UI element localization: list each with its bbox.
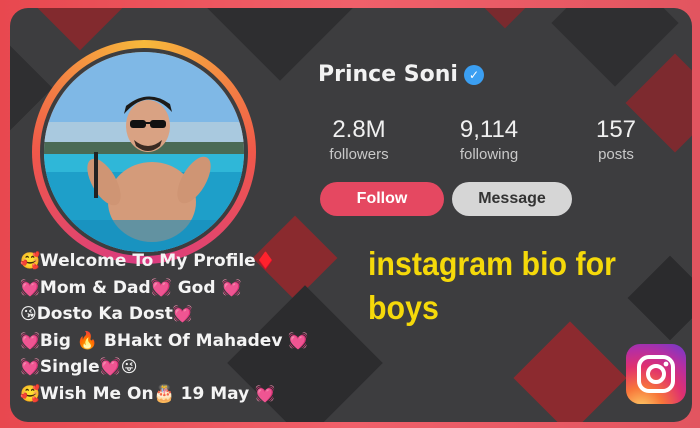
bio-emoji: 🥰 [20,251,40,270]
profile-card: Prince Soni ✓ 2.8M followers 9,114 follo… [10,8,692,422]
bio-emoji: 💓 [255,383,276,403]
bio-emoji: 💓 [20,357,40,376]
stat-label: following [459,146,519,163]
stat-following[interactable]: 9,114 following [444,116,534,163]
stat-value: 9,114 [459,116,519,143]
verified-badge-icon: ✓ [463,64,484,85]
bio-text: Wish Me On🎂 19 May [39,383,256,404]
message-button[interactable]: Message [452,182,572,216]
follow-button[interactable]: Follow [320,182,444,216]
bio-line: 😘Dosto Ka Dost💓 [20,301,380,328]
bio-emoji: 😜 [120,357,138,376]
bio-line: 💓Big 🔥 BHakt Of Mahadev 💓 [20,328,380,355]
bio-emoji: 💓 [221,277,242,297]
bio-text: Mom & Dad💓 God [39,277,222,298]
bio-text: Single💓 [39,357,121,377]
bio-text: Big 🔥 BHakt Of Mahadev [39,330,289,351]
profile-username: Prince Soni ✓ [318,62,484,87]
bio-emoji: 💓 [288,330,309,350]
stat-posts[interactable]: 157 posts [576,116,656,163]
bio-line: 🥰Welcome To My Profile♦️ [20,248,380,275]
headline-line: instagram bio for [368,245,616,282]
bio-text: Dosto Ka Dost [36,304,173,324]
bio-emoji: ♦️ [255,251,276,270]
bio-line: 💓Mom & Dad💓 God 💓 [20,275,380,302]
instagram-glyph-icon [637,355,675,393]
bio-line: 🥰Wish Me On🎂 19 May 💓 [20,381,380,408]
profile-bio: 🥰Welcome To My Profile♦️ 💓Mom & Dad💓 God… [20,248,380,407]
avatar [40,48,248,256]
bio-line: 💓Single💓😜 [20,354,380,381]
headline-overlay: instagram bio for boys [368,242,662,330]
headline-line: boys [368,289,439,326]
stat-value: 157 [595,116,637,143]
bg-diamond [469,8,541,29]
bio-emoji: 🥰 [20,383,40,403]
stat-label: posts [598,146,634,163]
avatar-ring[interactable] [32,40,256,264]
bio-emoji: 💓 [20,277,40,297]
bio-emoji: 💓 [20,330,40,350]
bio-text: Welcome To My Profile [39,251,256,271]
bio-emoji: 😘 [20,304,37,323]
username-text: Prince Soni [318,62,458,87]
stat-label: followers [329,146,389,163]
stat-followers[interactable]: 2.8M followers [314,116,404,163]
instagram-logo-icon [626,344,686,404]
stat-value: 2.8M [332,116,386,143]
bio-emoji: 💓 [172,304,193,323]
avatar-photo [44,52,244,252]
bg-diamond [513,321,627,422]
bg-diamond [37,8,123,51]
